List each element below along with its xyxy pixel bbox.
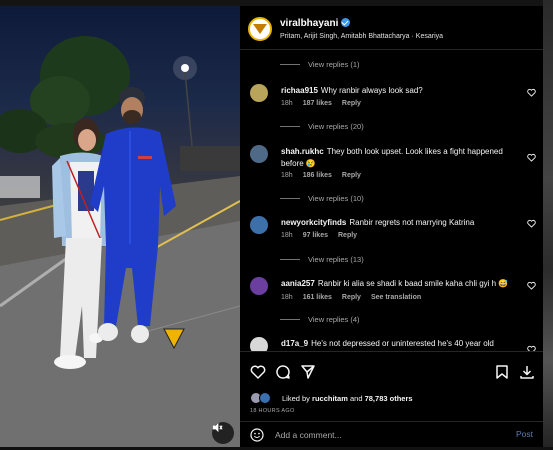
- comment-meta: 18h 161 likes Reply See translation: [281, 294, 431, 301]
- liked-count-link[interactable]: 78,783 others: [365, 394, 413, 403]
- comment-age: 18h: [281, 100, 293, 107]
- comment-meta: 18h 186 likes Reply: [281, 172, 371, 179]
- comment-icon[interactable]: [275, 364, 291, 380]
- comment-avatar[interactable]: [250, 84, 268, 102]
- comment-text: newyorkcityfinds Ranbir regrets not marry…: [281, 217, 516, 229]
- post-audio-subline[interactable]: Pritam, Arijit Singh, Amitabh Bhattachar…: [280, 33, 443, 40]
- reply-dash: [280, 126, 300, 127]
- comment-input[interactable]: [275, 428, 495, 442]
- comment-avatar[interactable]: [250, 277, 268, 295]
- reply-button[interactable]: Reply: [342, 294, 361, 301]
- comment-likes[interactable]: 97 likes: [303, 232, 328, 239]
- download-icon[interactable]: [519, 364, 535, 380]
- mute-icon[interactable]: [212, 422, 234, 444]
- reply-button[interactable]: Reply: [342, 172, 361, 179]
- view-replies-button[interactable]: View replies (10): [280, 194, 364, 203]
- comment-meta: 18h 187 likes Reply: [281, 100, 371, 107]
- comment-username[interactable]: aania257: [281, 279, 315, 288]
- view-replies-button[interactable]: View replies (20): [280, 122, 364, 131]
- liked-by-avatars[interactable]: [250, 392, 280, 404]
- reply-dash: [280, 319, 300, 320]
- post-username-text[interactable]: viralbhayani: [280, 18, 338, 29]
- reply-dash: [280, 198, 300, 199]
- comment-text: shah.rukhc They both look upset. Look lik…: [281, 146, 516, 169]
- liked-prefix: Liked by: [282, 394, 310, 403]
- view-replies-label[interactable]: View replies (1): [308, 60, 360, 69]
- comment-username[interactable]: newyorkcityfinds: [281, 218, 346, 227]
- comment-text: richaa915 Why ranbir always look sad?: [281, 85, 516, 97]
- view-replies-button[interactable]: View replies (13): [280, 255, 364, 264]
- view-replies-label[interactable]: View replies (10): [308, 194, 364, 203]
- post-actions: Liked by rucchitam and 78,783 others 18 …: [240, 351, 543, 421]
- heart-icon[interactable]: [250, 364, 266, 380]
- comment-username[interactable]: shah.rukhc: [281, 147, 324, 156]
- comment-content: Ranbir regrets not marrying Katrina: [349, 218, 475, 227]
- comment-avatar[interactable]: [250, 145, 268, 163]
- comment-likes[interactable]: 161 likes: [303, 294, 332, 301]
- heart-icon[interactable]: [527, 219, 536, 228]
- view-replies-button[interactable]: View replies (1): [280, 60, 360, 69]
- reply-dash: [280, 64, 300, 65]
- comment-content: Ranbir ki alia se shadi k baad smile kah…: [317, 279, 509, 288]
- avatar: [259, 392, 271, 404]
- post-details-panel: viralbhayani Pritam, Arijit Singh, Amita…: [240, 6, 543, 447]
- post-timestamp[interactable]: 18 HOURS AGO: [250, 408, 295, 414]
- view-replies-label[interactable]: View replies (4): [308, 315, 360, 324]
- view-replies-label[interactable]: View replies (20): [308, 122, 364, 131]
- emoji-icon[interactable]: [250, 428, 264, 442]
- comment-content: He's not depressed or uninterested he's …: [281, 339, 499, 351]
- post-button[interactable]: Post: [516, 429, 533, 439]
- reply-dash: [280, 259, 300, 260]
- comment-age: 18h: [281, 172, 293, 179]
- post-username[interactable]: viralbhayani: [280, 18, 351, 29]
- liked-by-text: Liked by rucchitam and 78,783 others: [282, 394, 413, 403]
- comment-meta: 18h 97 likes Reply: [281, 232, 367, 239]
- comment-age: 18h: [281, 232, 293, 239]
- reply-button[interactable]: Reply: [342, 100, 361, 107]
- view-replies-label[interactable]: View replies (13): [308, 255, 364, 264]
- heart-icon[interactable]: [527, 281, 536, 290]
- comment-age: 18h: [281, 294, 293, 301]
- heart-icon[interactable]: [527, 88, 536, 97]
- add-comment-bar: Post: [240, 421, 543, 447]
- heart-icon[interactable]: [527, 153, 536, 162]
- comment-likes[interactable]: 187 likes: [303, 100, 332, 107]
- comment-likes[interactable]: 186 likes: [303, 172, 332, 179]
- comment-text: aania257 Ranbir ki alia se shadi k baad s…: [281, 278, 516, 290]
- view-replies-button[interactable]: View replies (4): [280, 315, 360, 324]
- avatar[interactable]: [248, 17, 272, 41]
- comment-username[interactable]: d17a_9: [281, 339, 308, 348]
- bookmark-icon[interactable]: [494, 364, 510, 380]
- liked-user-link[interactable]: rucchitam: [312, 394, 348, 403]
- comment-content: Why ranbir always look sad?: [320, 86, 423, 95]
- post-media[interactable]: [0, 6, 240, 447]
- avatar-logo-icon: [253, 24, 267, 34]
- comments-list[interactable]: View replies (1) richaa915 Why ranbir alw…: [240, 51, 543, 351]
- see-translation-link[interactable]: See translation: [371, 294, 421, 301]
- comment-avatar[interactable]: [250, 216, 268, 234]
- comment-avatar[interactable]: [250, 337, 268, 351]
- comment-text: d17a_9 He's not depressed or uninterested…: [281, 338, 516, 351]
- post-header: viralbhayani Pritam, Arijit Singh, Amita…: [240, 6, 543, 50]
- share-icon[interactable]: [300, 364, 316, 380]
- liked-and: and: [349, 394, 363, 403]
- reply-button[interactable]: Reply: [338, 232, 357, 239]
- comment-username[interactable]: richaa915: [281, 86, 318, 95]
- post-photo: [0, 36, 240, 447]
- verified-icon: [341, 18, 351, 27]
- background-strip: [543, 0, 553, 450]
